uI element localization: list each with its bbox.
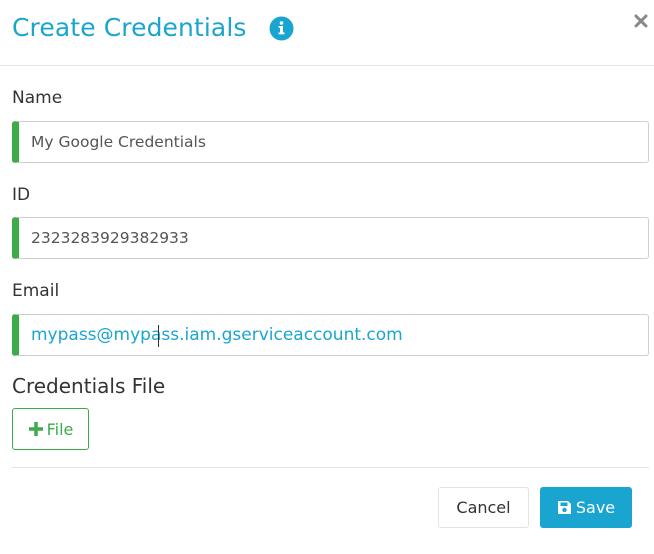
add-file-button-label: File	[46, 419, 74, 439]
info-circle-icon[interactable]	[269, 16, 294, 41]
footer-divider	[12, 467, 649, 468]
id-label: ID	[12, 185, 31, 205]
id-field-wrapper	[12, 217, 649, 259]
create-credentials-dialog: Create Credentials Name ID Email Credent…	[0, 0, 654, 554]
cancel-button-label: Cancel	[456, 498, 511, 517]
text-caret	[158, 325, 159, 347]
credentials-file-label: Credentials File	[12, 374, 166, 398]
cancel-button[interactable]: Cancel	[438, 487, 529, 528]
add-file-button[interactable]: File	[12, 408, 89, 450]
save-button-label: Save	[575, 498, 616, 517]
plus-icon	[28, 422, 43, 436]
dialog-title: Create Credentials	[12, 13, 247, 42]
email-field-wrapper	[12, 314, 649, 356]
name-field-wrapper	[12, 121, 649, 163]
name-label: Name	[12, 88, 63, 108]
close-icon[interactable]	[634, 14, 648, 28]
save-button[interactable]: Save	[540, 487, 632, 528]
email-label: Email	[12, 281, 60, 301]
floppy-disk-icon	[557, 501, 571, 514]
dialog-header: Create Credentials	[0, 0, 654, 66]
name-input[interactable]	[31, 122, 641, 162]
id-input[interactable]	[31, 218, 641, 258]
email-input[interactable]	[31, 315, 641, 355]
